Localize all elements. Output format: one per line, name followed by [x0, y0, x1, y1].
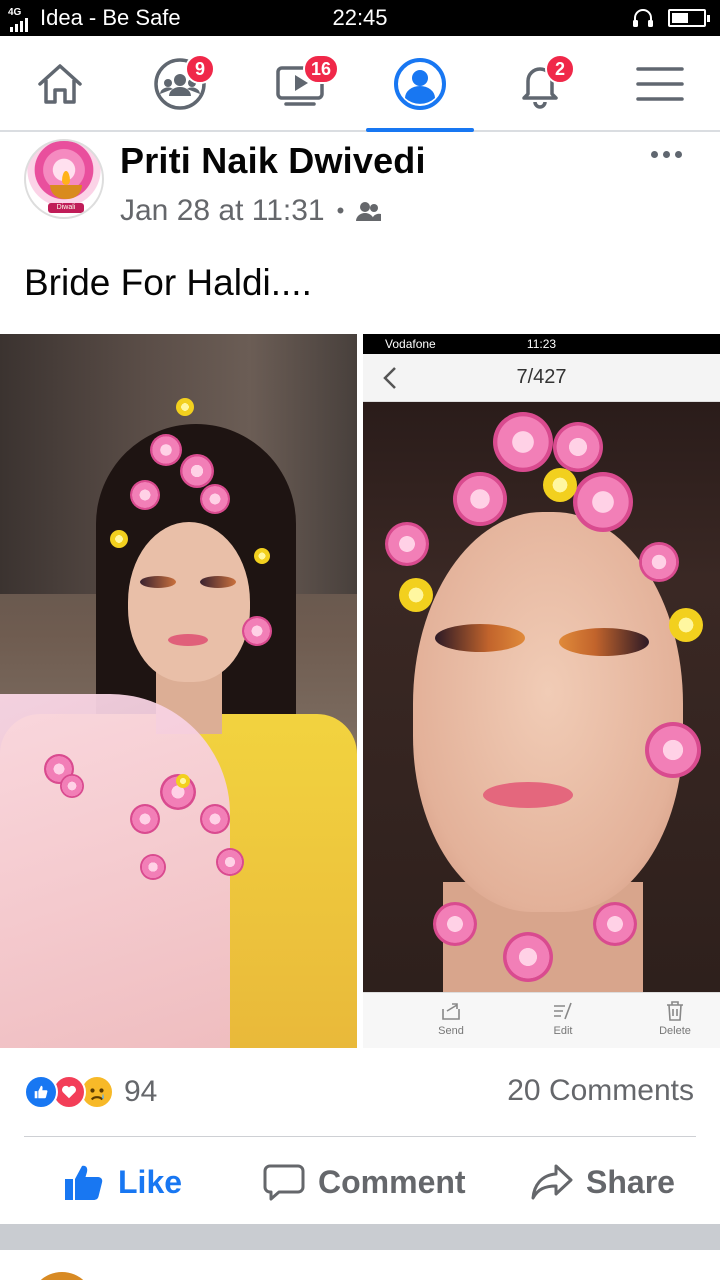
post-meta: Jan 28 at 11:31 •: [120, 194, 382, 228]
avatar-label: Diwali: [48, 203, 84, 213]
nav-groups[interactable]: 9: [125, 36, 235, 132]
nav-notifications[interactable]: 2: [485, 36, 595, 132]
like-label: Like: [118, 1163, 183, 1200]
post-photo-left[interactable]: [0, 334, 357, 1048]
share-arrow-icon: [531, 1164, 573, 1200]
embedded-time: 11:23: [526, 337, 557, 351]
share-button[interactable]: Share: [530, 1150, 675, 1214]
comment-button[interactable]: Comment: [262, 1150, 466, 1214]
edit-icon: [554, 1002, 572, 1020]
nav-menu[interactable]: [605, 36, 715, 132]
embedded-status-bar: Vodafone 11:23: [363, 334, 720, 354]
reactions-summary[interactable]: 94: [24, 1072, 157, 1112]
post-photo-right[interactable]: Vodafone 11:23 7/427 Send Edit Delete: [363, 334, 720, 1048]
top-navigation: 9 16 2: [0, 36, 720, 132]
embedded-gallery-header: 7/427: [363, 354, 720, 402]
more-options-button[interactable]: [644, 142, 688, 166]
trash-icon: [667, 1001, 683, 1021]
meta-separator: •: [336, 198, 345, 223]
hamburger-menu-icon: [636, 67, 684, 101]
embedded-photo-counter: 7/427: [516, 366, 567, 388]
post-caption: Bride For Haldi....: [24, 262, 312, 303]
comment-label: Comment: [318, 1163, 466, 1200]
feed-separator: [0, 1224, 720, 1250]
notifications-badge: 2: [545, 54, 575, 84]
next-post-avatar[interactable]: [30, 1272, 94, 1280]
post-timestamp[interactable]: Jan 28 at 11:31: [120, 194, 325, 228]
status-bar: 4G Idea - Be Safe 22:45: [0, 0, 720, 36]
embedded-photo: [363, 402, 720, 992]
author-name[interactable]: Priti Naik Dwivedi: [120, 140, 426, 182]
reactions-divider: [24, 1136, 696, 1137]
avatar-diya: [50, 185, 82, 199]
friends-icon: [356, 202, 382, 221]
active-tab-indicator: [366, 128, 474, 132]
embedded-delete: Delete: [635, 999, 715, 1037]
send-icon: [442, 1003, 460, 1020]
headphones-icon: [633, 9, 653, 27]
nav-watch[interactable]: 16: [245, 36, 355, 132]
nav-home[interactable]: [5, 36, 115, 132]
like-reaction-icon: [24, 1075, 58, 1109]
nav-profile[interactable]: [365, 36, 475, 132]
thumbs-up-icon: [65, 1165, 103, 1200]
embedded-send: Send: [411, 999, 491, 1037]
battery-icon: [668, 9, 710, 27]
comment-bubble-icon: [263, 1164, 305, 1201]
avatar-flame: [62, 171, 70, 185]
profile-icon: [394, 58, 446, 110]
embedded-gallery-actions: Send Edit Delete: [363, 992, 720, 1048]
like-button[interactable]: Like: [62, 1150, 182, 1214]
embedded-edit: Edit: [523, 999, 603, 1037]
home-icon: [38, 64, 82, 104]
author-avatar[interactable]: Diwali: [24, 139, 104, 219]
groups-badge: 9: [185, 54, 215, 84]
watch-badge: 16: [303, 54, 340, 84]
comments-count[interactable]: 20 Comments: [507, 1074, 694, 1108]
reaction-count: 94: [124, 1075, 158, 1108]
clock: 22:45: [332, 5, 388, 30]
share-label: Share: [586, 1163, 675, 1200]
